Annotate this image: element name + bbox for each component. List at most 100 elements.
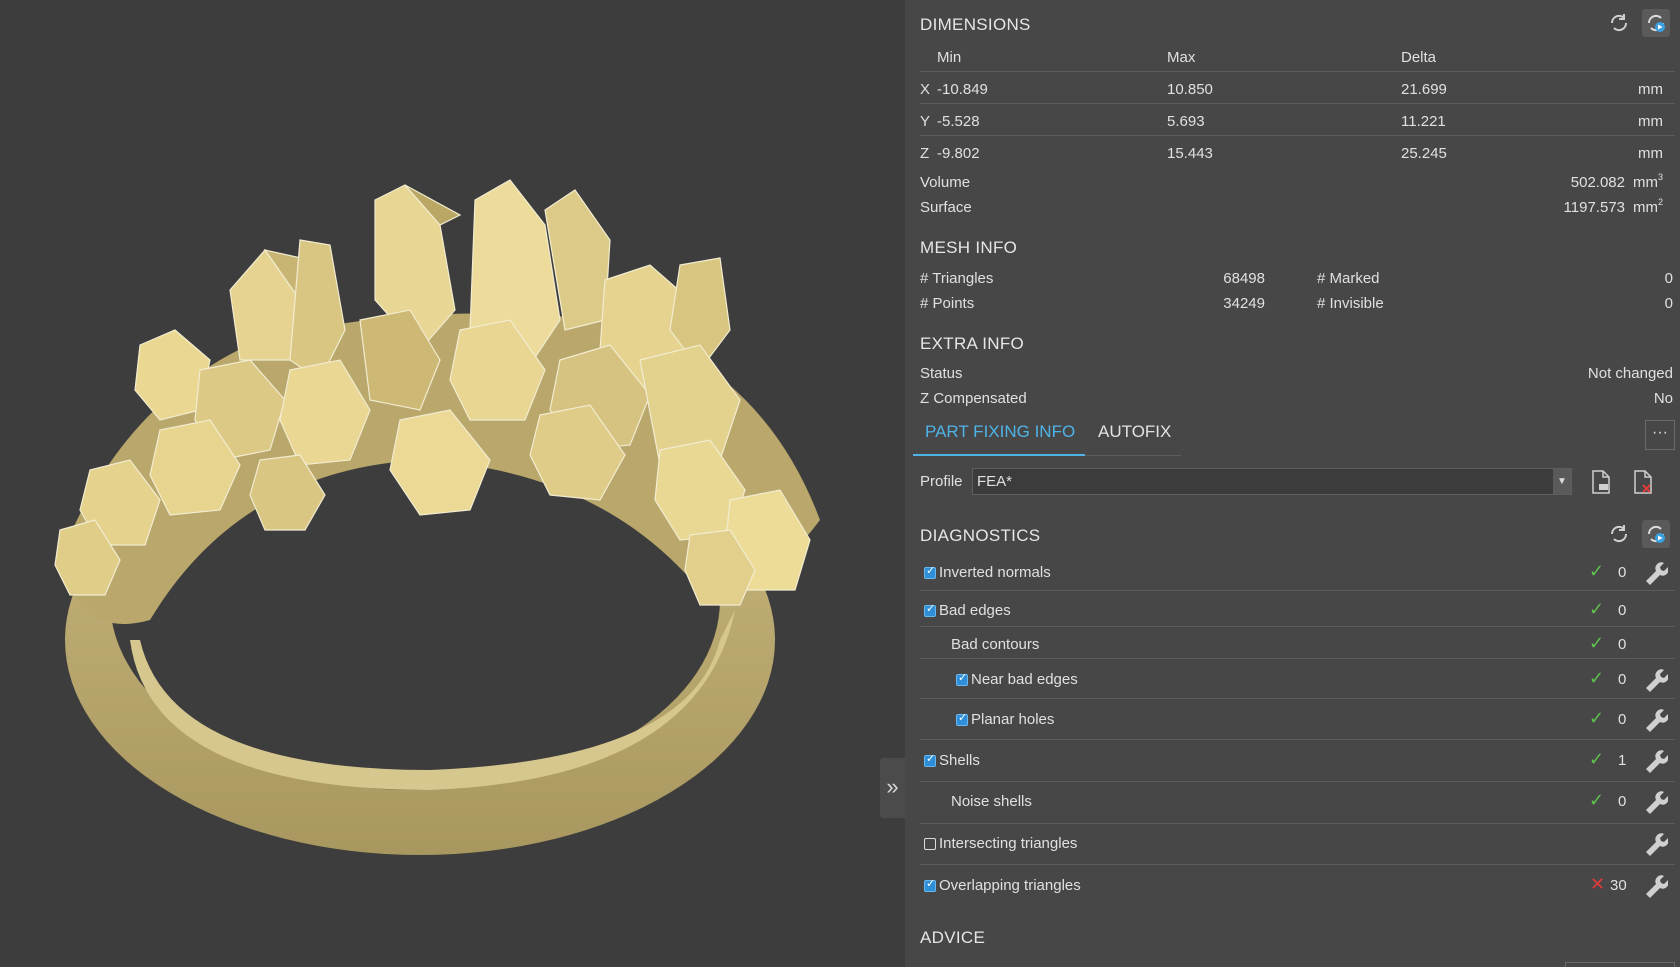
tab-part-fixing-info[interactable]: PART FIXING INFO [925, 422, 1075, 442]
tab-active-indicator [913, 454, 1085, 456]
x-unit: mm [1638, 81, 1663, 98]
profile-dropdown[interactable]: FEA* ▼ [972, 468, 1572, 495]
x-max: 10.850 [1167, 81, 1213, 98]
document-delete-icon [1634, 470, 1652, 494]
ok-check-icon: ✓ [1589, 749, 1605, 769]
delete-profile-button[interactable] [1629, 468, 1657, 496]
profile-label: Profile [920, 473, 963, 490]
header-max: Max [1167, 49, 1196, 66]
ok-check-icon: ✓ [1589, 561, 1605, 581]
auto-update-diagnostics-button[interactable] [1642, 520, 1670, 548]
wrench-icon[interactable] [1642, 666, 1669, 692]
bad-contours-label: Bad contours [951, 636, 1040, 653]
shells-checkbox[interactable] [924, 752, 936, 767]
wrench-icon[interactable] [1642, 747, 1669, 773]
advice-button[interactable] [1565, 962, 1675, 967]
volume-unit: mm3 [1633, 172, 1664, 191]
points-label: # Points [920, 295, 975, 312]
wrench-icon[interactable] [1642, 830, 1669, 856]
refresh-dimensions-button[interactable] [1605, 9, 1633, 37]
dimensions-title: DIMENSIONS [920, 15, 1031, 34]
ok-check-icon: ✓ [1589, 599, 1605, 619]
x-min: -10.849 [937, 81, 988, 98]
chevron-down-icon[interactable]: ▼ [1553, 469, 1571, 494]
z-unit: mm [1638, 145, 1663, 162]
y-min: -5.528 [937, 113, 980, 130]
wrench-icon[interactable] [1642, 559, 1669, 585]
document-export-icon [1592, 470, 1610, 494]
y-delta: 11.221 [1401, 113, 1446, 130]
ok-check-icon: ✓ [1589, 633, 1605, 653]
z-compensated-value: No [1653, 390, 1673, 407]
extra-info-title: EXTRA INFO [920, 334, 1025, 353]
bad-edges-count: 0 [1618, 602, 1627, 619]
tab-autofix[interactable]: AUTOFIX [1098, 422, 1171, 442]
refresh-icon [1610, 525, 1628, 543]
invisible-label: # Invisible [1317, 295, 1384, 312]
noise-shells-count: 0 [1618, 793, 1627, 810]
more-options-button[interactable]: ··· [1645, 420, 1675, 450]
volume-value: 502.082 [1570, 174, 1625, 191]
axis-z-label: Z [920, 145, 930, 162]
bad-edges-checkbox[interactable] [924, 602, 936, 617]
z-delta: 25.245 [1401, 145, 1447, 162]
divider [920, 739, 1675, 740]
wrench-icon[interactable] [1642, 706, 1669, 732]
z-min: -9.802 [937, 145, 980, 162]
volume-label: Volume [920, 174, 971, 191]
near-bad-edges-label: Near bad edges [971, 671, 1078, 688]
y-unit: mm [1638, 113, 1663, 130]
wrench-icon[interactable] [1642, 872, 1669, 898]
auto-refresh-icon [1647, 14, 1665, 32]
axis-y-label: Y [920, 113, 931, 130]
overlapping-triangles-count: 30 [1610, 877, 1627, 894]
bad-contours-count: 0 [1618, 636, 1627, 653]
z-max: 15.443 [1167, 145, 1213, 162]
overlapping-triangles-checkbox[interactable] [924, 877, 936, 892]
divider [920, 135, 1675, 136]
collapse-panel-button[interactable]: » [880, 758, 905, 818]
marked-label: # Marked [1317, 270, 1380, 287]
advice-title: ADVICE [920, 928, 986, 947]
ok-check-icon: ✓ [1589, 668, 1605, 688]
divider [920, 626, 1675, 627]
refresh-icon [1610, 14, 1628, 32]
planar-holes-checkbox[interactable] [956, 711, 968, 726]
surface-label: Surface [920, 199, 972, 216]
profile-value: FEA* [977, 473, 1013, 490]
auto-update-dimensions-button[interactable] [1642, 9, 1670, 37]
points-value: 34249 [1223, 295, 1265, 312]
3d-viewport[interactable]: » [0, 0, 905, 967]
axis-x-label: X [920, 81, 931, 98]
refresh-diagnostics-button[interactable] [1605, 520, 1633, 548]
diagnostics-title: DIAGNOSTICS [920, 526, 1041, 545]
near-bad-edges-checkbox[interactable] [956, 671, 968, 686]
auto-refresh-icon [1647, 525, 1665, 543]
x-delta: 21.699 [1401, 81, 1447, 98]
wrench-icon[interactable] [1642, 788, 1669, 814]
inverted-normals-checkbox[interactable] [924, 564, 936, 579]
header-delta: Delta [1401, 49, 1437, 66]
divider [920, 590, 1675, 591]
properties-panel: DIMENSIONS Min Max Delta X -10.849 10.85… [905, 0, 1680, 967]
near-bad-edges-count: 0 [1618, 671, 1627, 688]
planar-holes-count: 0 [1618, 711, 1627, 728]
ok-check-icon: ✓ [1589, 708, 1605, 728]
surface-value: 1197.573 [1563, 199, 1625, 216]
header-min: Min [937, 49, 962, 66]
status-value: Not changed [1587, 365, 1673, 382]
export-profile-button[interactable] [1587, 468, 1615, 496]
divider [920, 71, 1675, 72]
intersecting-triangles-checkbox[interactable] [924, 838, 936, 850]
inverted-normals-count: 0 [1618, 564, 1627, 581]
intersecting-triangles-label: Intersecting triangles [939, 835, 1078, 852]
ring-model[interactable] [0, 0, 905, 967]
mesh-info-title: MESH INFO [920, 238, 1018, 257]
divider [920, 103, 1675, 104]
status-label: Status [920, 365, 963, 382]
divider [920, 658, 1675, 659]
marked-value: 0 [1664, 270, 1673, 287]
divider [920, 698, 1675, 699]
error-x-icon: ✕ [1590, 874, 1606, 894]
invisible-value: 0 [1664, 295, 1673, 312]
